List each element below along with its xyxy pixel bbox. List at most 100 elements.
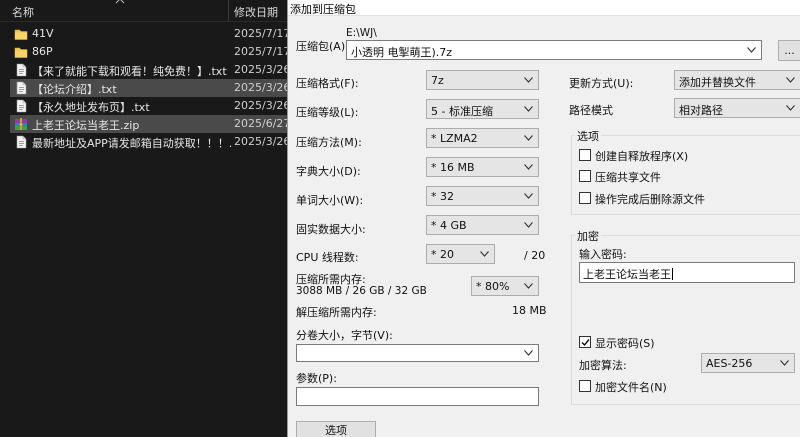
file-date: 2025/3/26	[234, 135, 287, 148]
file-date: 2025/3/26	[234, 63, 287, 76]
chevron-down-icon	[524, 135, 533, 141]
text-file-icon	[14, 81, 28, 95]
options-group-title: 选项	[575, 128, 601, 144]
format-combo[interactable]: 7z	[426, 70, 539, 90]
show-password-label: 显示密码(S)	[595, 337, 655, 350]
file-name: 【论坛介绍】.txt	[32, 83, 117, 96]
format-label: 压缩格式(F):	[296, 77, 359, 90]
file-row[interactable]: 最新地址及APP请发邮箱自动获取！！！.... 2025/3/26	[10, 133, 287, 151]
encrypt-names-checkbox[interactable]: 加密文件名(N)	[579, 378, 729, 394]
text-caret	[672, 268, 673, 280]
cpu-value: * 20	[431, 248, 454, 261]
chevron-down-icon	[480, 251, 489, 257]
checkbox-box	[579, 149, 591, 161]
method-label: 压缩方法(M):	[296, 136, 362, 149]
file-row[interactable]: 【论坛介绍】.txt 2025/3/26	[10, 79, 287, 97]
path-mode-label: 路径模式	[569, 104, 613, 117]
delete-source-checkbox[interactable]: 操作完成后删除源文件	[579, 190, 779, 206]
chevron-down-icon	[786, 77, 795, 83]
solid-label: 固实数据大小:	[296, 223, 366, 236]
dict-value: * 16 MB	[431, 161, 475, 174]
shared-files-checkbox[interactable]: 压缩共享文件	[579, 168, 779, 184]
method-value: * LZMA2	[431, 132, 478, 145]
show-password-checkbox[interactable]: 显示密码(S)	[579, 334, 729, 350]
file-row[interactable]: 上老王论坛当老王.zip 2025/6/27	[10, 115, 287, 133]
archive-name-combo[interactable]: 小透明 电掣萌王).7z	[346, 40, 762, 60]
encrypt-method-label: 加密算法:	[579, 359, 627, 372]
params-label: 参数(P):	[296, 372, 337, 385]
archive-name-value: 小透明 电掣萌王).7z	[351, 46, 453, 59]
params-input[interactable]	[296, 387, 539, 406]
file-name: 上老王论坛当老王.zip	[32, 119, 140, 132]
file-name: 【来了就能下载和观看！纯免费！】.txt	[32, 65, 227, 78]
file-row[interactable]: 41V 2025/7/17	[10, 25, 287, 43]
column-header-name[interactable]: 名称	[12, 4, 34, 20]
solid-combo[interactable]: * 4 GB	[426, 215, 539, 235]
update-combo[interactable]: 添加并替换文件	[674, 70, 800, 90]
chevron-down-icon	[524, 164, 533, 170]
column-header-date[interactable]: 修改日期	[234, 4, 278, 20]
password-label: 输入密码:	[579, 248, 627, 261]
folder-icon	[14, 27, 28, 41]
archive-label: 压缩包(A):	[296, 40, 349, 53]
sort-chevron-icon	[115, 0, 125, 4]
level-value: 5 - 标准压缩	[431, 105, 493, 118]
path-mode-combo[interactable]: 相对路径	[674, 98, 800, 118]
delete-source-label: 操作完成后删除源文件	[595, 193, 705, 206]
file-row[interactable]: 86P 2025/7/17	[10, 43, 287, 61]
file-explorer: 名称 修改日期 41V 2025/7/17 86P 2025/7/17 【来了就能下载和…	[0, 0, 287, 437]
file-row[interactable]: 【来了就能下载和观看！纯免费！】.txt 2025/3/26	[10, 61, 287, 79]
word-combo[interactable]: * 32	[426, 186, 539, 206]
options-button[interactable]: 选项	[296, 421, 376, 437]
password-input[interactable]: 上老王论坛当老王	[579, 262, 795, 283]
dialog-titlebar[interactable]: 添加到压缩包	[288, 0, 800, 16]
add-to-archive-dialog: 添加到压缩包 压缩包(A): E:\WJ\ 小透明 电掣萌王).7z ... 压…	[287, 0, 800, 437]
file-name: 41V	[32, 27, 54, 40]
update-value: 添加并替换文件	[679, 76, 756, 89]
file-name: 【永久地址发布页】.txt	[32, 101, 150, 114]
word-value: * 32	[431, 190, 454, 203]
text-file-icon	[14, 99, 28, 113]
archive-path: E:\WJ\	[346, 27, 377, 39]
text-file-icon	[14, 135, 28, 149]
chevron-down-icon	[524, 350, 533, 356]
level-combo[interactable]: 5 - 标准压缩	[426, 99, 539, 119]
column-divider[interactable]	[228, 0, 229, 22]
shared-files-label: 压缩共享文件	[595, 171, 661, 184]
word-label: 单词大小(W):	[296, 194, 364, 207]
zip-archive-icon	[14, 117, 28, 131]
dialog-title: 添加到压缩包	[290, 3, 356, 16]
text-file-icon	[14, 63, 28, 77]
checkbox-box	[579, 336, 591, 348]
method-combo[interactable]: * LZMA2	[426, 128, 539, 148]
browse-button[interactable]: ...	[778, 40, 800, 61]
update-label: 更新方式(U):	[569, 77, 634, 90]
sfx-checkbox[interactable]: 创建自释放程序(X)	[579, 147, 779, 163]
checkbox-box	[579, 192, 591, 204]
mem-decompress-value: 18 MB	[512, 304, 547, 317]
password-value: 上老王论坛当老王	[583, 268, 671, 281]
encrypt-group-title: 加密	[575, 228, 601, 244]
mem-percent-combo[interactable]: * 80%	[471, 276, 539, 296]
chevron-down-icon	[524, 77, 533, 83]
cpu-max: / 20	[524, 249, 546, 262]
file-date: 2025/6/27	[234, 117, 287, 130]
file-name: 最新地址及APP请发邮箱自动获取！！！....	[32, 137, 232, 150]
split-label: 分卷大小，字节(V):	[296, 329, 393, 342]
chevron-down-icon	[524, 193, 533, 199]
checkbox-box	[579, 170, 591, 182]
split-combo[interactable]	[296, 344, 539, 362]
chevron-down-icon	[524, 106, 533, 112]
file-row[interactable]: 【永久地址发布页】.txt 2025/3/26	[10, 97, 287, 115]
dict-combo[interactable]: * 16 MB	[426, 157, 539, 177]
chevron-down-icon	[780, 360, 789, 366]
path-mode-value: 相对路径	[679, 104, 723, 117]
file-list-header: 名称 修改日期	[0, 0, 287, 22]
encrypt-names-label: 加密文件名(N)	[595, 381, 667, 394]
encrypt-method-combo[interactable]: AES-256	[701, 353, 795, 373]
cpu-combo[interactable]: * 20	[426, 244, 495, 264]
file-date: 2025/7/17	[234, 45, 287, 58]
mem-decompress-label: 解压缩所需内存:	[296, 306, 377, 319]
folder-icon	[14, 45, 28, 59]
format-value: 7z	[431, 74, 444, 87]
